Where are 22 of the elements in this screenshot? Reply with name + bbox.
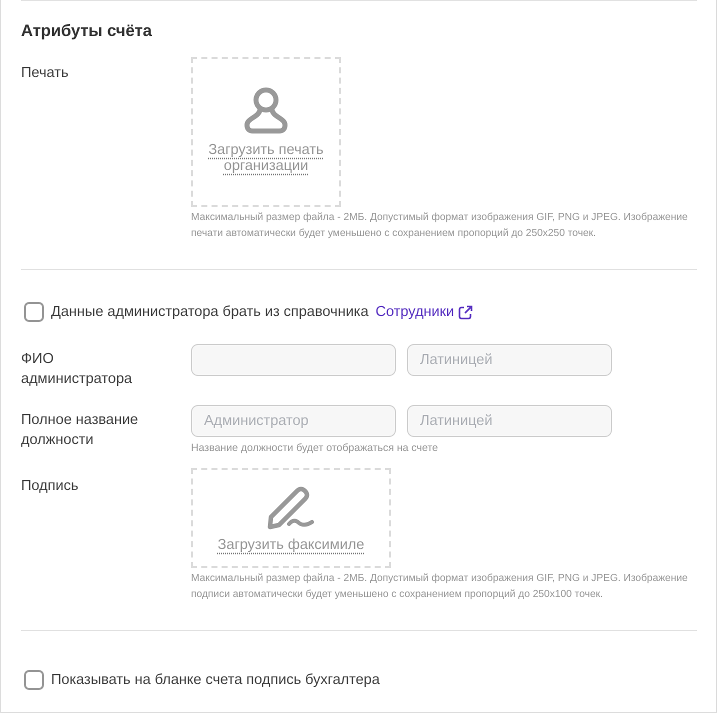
pen-icon: [266, 484, 316, 530]
section-title: Атрибуты счёта: [21, 22, 153, 40]
input-field[interactable]: Латиницей: [407, 344, 612, 376]
checkbox[interactable]: [24, 302, 44, 322]
upload-stamp-button[interactable]: Загрузить печать организации: [191, 57, 341, 207]
checkbox-label: Данные администратора брать из справочника: [51, 303, 369, 322]
upload-note: Максимальный размер файла - 2МБ. Допустимый формат изображения GIF, PNG и JPEG. Изображение печати автоматически будет уменьшено с сохранением пропорций до 250x250 точек.: [191, 211, 689, 241]
upload-signature-button[interactable]: Загрузить факсимиле: [191, 468, 391, 568]
employees-link[interactable]: Сотрудники: [376, 302, 474, 322]
input-field[interactable]: Администратор: [191, 405, 396, 437]
input-field[interactable]: [191, 344, 396, 376]
field-label: Полное название должности: [21, 411, 140, 450]
field-label: Подпись: [21, 477, 80, 496]
checkbox[interactable]: [24, 670, 44, 690]
person-icon: [243, 87, 289, 135]
field-label: ФИО администратора: [21, 350, 134, 389]
upload-note: Максимальный размер файла - 2МБ. Допустимый формат изображения GIF, PNG и JPEG. Изображение подписи автоматически будет уменьшено с сохранением пропорций до 250x100 точек.: [191, 572, 689, 602]
field-hint: Название должности будет отображаться на счете: [191, 441, 440, 455]
input-field[interactable]: Латиницей: [407, 405, 612, 437]
field-label: Печать: [21, 64, 70, 83]
external-link-icon: [458, 304, 474, 320]
checkbox-label: Показывать на бланке счета подпись бухгалтера: [51, 671, 380, 690]
